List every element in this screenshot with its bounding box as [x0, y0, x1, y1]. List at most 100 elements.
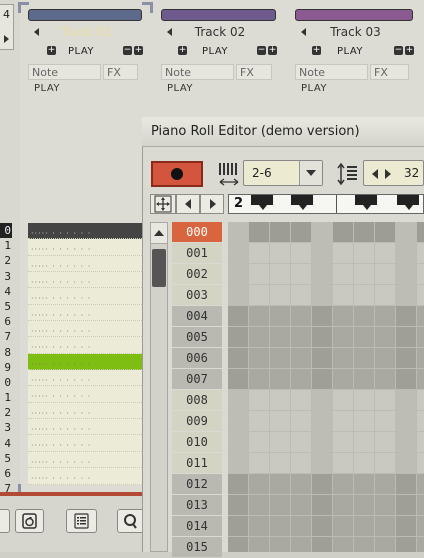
step-label[interactable]: 004 — [172, 306, 222, 326]
grid-cell[interactable] — [375, 474, 395, 494]
grid-cell[interactable] — [396, 432, 416, 452]
grid-cell[interactable] — [270, 411, 290, 431]
pattern-row[interactable]: ····· · · · · · · — [28, 239, 142, 256]
grid-cell[interactable] — [333, 369, 353, 389]
pattern-row[interactable]: ····· · · · · · · — [28, 256, 142, 273]
grid-cell[interactable] — [249, 432, 269, 452]
grid-cell[interactable] — [249, 474, 269, 494]
grid-cell[interactable] — [249, 222, 269, 242]
step-label[interactable]: 011 — [172, 453, 222, 473]
grid-cell[interactable] — [228, 390, 248, 410]
grid-cell[interactable] — [396, 390, 416, 410]
pattern-row[interactable]: ····· · · · · · · — [28, 386, 142, 403]
grid-cell[interactable] — [228, 285, 248, 305]
grid-cell[interactable] — [417, 369, 424, 389]
grid-cell[interactable] — [417, 348, 424, 368]
grid-cell[interactable] — [375, 306, 395, 326]
grid-cell[interactable] — [417, 264, 424, 284]
record-button[interactable] — [151, 161, 203, 187]
grid-cell[interactable] — [270, 222, 290, 242]
step-label[interactable]: 006 — [172, 348, 222, 368]
octave-range-select[interactable]: 2-6 — [243, 160, 323, 186]
grid-cell[interactable] — [249, 453, 269, 473]
grid-cell[interactable] — [270, 390, 290, 410]
grid-cell[interactable] — [354, 306, 374, 326]
grid-cell[interactable] — [375, 495, 395, 515]
grid-cell[interactable] — [354, 327, 374, 347]
grid-cell[interactable] — [312, 243, 332, 263]
minus-icon[interactable]: − — [394, 46, 403, 55]
grid-cell[interactable] — [354, 411, 374, 431]
grid-cell[interactable] — [354, 264, 374, 284]
grid-cell[interactable] — [417, 411, 424, 431]
scroll-left-button[interactable] — [176, 194, 200, 214]
pattern-row[interactable]: ····· · · · · · · — [28, 305, 142, 322]
grid-cell[interactable] — [396, 264, 416, 284]
grid-cell[interactable] — [228, 411, 248, 431]
grid-cell[interactable] — [270, 327, 290, 347]
grid-cell[interactable] — [228, 264, 248, 284]
grid-cell[interactable] — [228, 495, 248, 515]
grid-cell[interactable] — [291, 264, 311, 284]
fx-field[interactable]: FX — [236, 64, 272, 80]
grid-cell[interactable] — [354, 495, 374, 515]
grid-cell[interactable] — [270, 474, 290, 494]
grid-cell[interactable] — [375, 327, 395, 347]
grid-cell[interactable] — [270, 306, 290, 326]
grid-cell[interactable] — [228, 327, 248, 347]
grid-cell[interactable] — [396, 243, 416, 263]
black-key[interactable] — [251, 195, 273, 210]
grid-cell[interactable] — [333, 411, 353, 431]
list-button[interactable] — [66, 509, 97, 533]
steps-spinner[interactable]: 32 — [363, 160, 424, 186]
grid-cell[interactable] — [333, 264, 353, 284]
grid-cell[interactable] — [312, 222, 332, 242]
grid-cell[interactable] — [312, 537, 332, 552]
grid-cell[interactable] — [333, 348, 353, 368]
grid-cell[interactable] — [375, 516, 395, 536]
step-label[interactable]: 002 — [172, 264, 222, 284]
pattern-area[interactable]: ····· · · · · · · ····· · · · · · · ····· … — [28, 223, 142, 501]
grid-cell[interactable] — [270, 495, 290, 515]
grid-cell[interactable] — [291, 243, 311, 263]
note-field[interactable]: Note — [28, 64, 101, 80]
grid-cell[interactable] — [312, 264, 332, 284]
grid-cell[interactable] — [291, 390, 311, 410]
pattern-row[interactable]: ····· · · · · · · — [28, 419, 142, 436]
step-label[interactable]: 009 — [172, 411, 222, 431]
grid-cell[interactable] — [249, 306, 269, 326]
grid-cell[interactable] — [333, 495, 353, 515]
grid-cell[interactable] — [417, 432, 424, 452]
grid-cell[interactable] — [270, 348, 290, 368]
grid-cell[interactable] — [333, 243, 353, 263]
scroll-right-button[interactable] — [200, 194, 224, 214]
grid-cell[interactable] — [249, 516, 269, 536]
grid-cell[interactable] — [312, 348, 332, 368]
step-label[interactable]: 001 — [172, 243, 222, 263]
grid-cell[interactable] — [375, 264, 395, 284]
grid-cell[interactable] — [270, 369, 290, 389]
scroll-up-icon[interactable] — [151, 223, 167, 244]
grid-cell[interactable] — [396, 495, 416, 515]
grid-cell[interactable] — [312, 474, 332, 494]
grid-cell[interactable] — [333, 390, 353, 410]
fx-field[interactable]: FX — [103, 64, 138, 80]
plus-icon[interactable]: + — [178, 46, 187, 55]
grid-cell[interactable] — [291, 327, 311, 347]
grid-cell[interactable] — [249, 285, 269, 305]
pattern-row[interactable]: ····· · · · · · · — [28, 452, 142, 469]
grid-cell[interactable] — [291, 411, 311, 431]
nav-left-icon[interactable] — [372, 169, 378, 179]
grid-cell[interactable] — [228, 369, 248, 389]
grid-cell[interactable] — [396, 327, 416, 347]
grid-cell[interactable] — [354, 369, 374, 389]
track-name[interactable]: Track 02 — [153, 25, 287, 39]
grid-cell[interactable] — [417, 222, 424, 242]
note-field[interactable]: Note — [295, 64, 368, 80]
grid-cell[interactable] — [333, 306, 353, 326]
grid-cell[interactable] — [312, 327, 332, 347]
grid-cell[interactable] — [333, 516, 353, 536]
grid-cell[interactable] — [291, 285, 311, 305]
grid-cell[interactable] — [375, 285, 395, 305]
note-field[interactable]: Note — [161, 64, 234, 80]
